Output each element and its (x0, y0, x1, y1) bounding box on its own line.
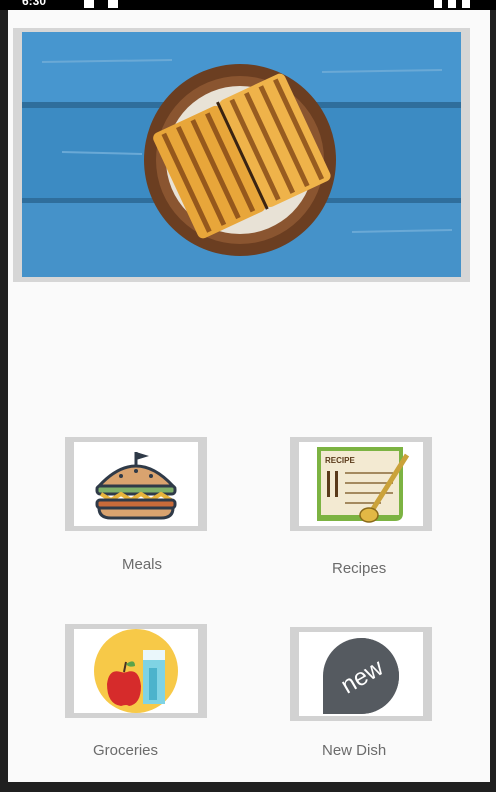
status-time: 6:30 (22, 0, 47, 8)
battery-icon (462, 0, 470, 8)
new-badge-icon: new (323, 638, 399, 714)
recipes-image: RECIPE (299, 442, 423, 526)
groceries-label: Groceries (93, 742, 159, 759)
recipes-frame: RECIPE (290, 437, 432, 531)
notification-icon-2 (108, 0, 118, 8)
hero-sandwich-image (22, 32, 461, 277)
new-dish-frame: new (290, 627, 432, 721)
hero-banner (13, 28, 470, 282)
groceries-frame (65, 624, 207, 718)
new-dish-image: new (299, 632, 423, 716)
notification-icon (84, 0, 94, 8)
groceries-image (74, 629, 198, 713)
meals-image (74, 442, 198, 526)
groceries-icon (94, 629, 178, 713)
recipes-label: Recipes (332, 560, 387, 577)
new-dish-label: New Dish (322, 742, 387, 759)
status-bar: 6:30 (0, 0, 496, 10)
burger-icon (95, 452, 177, 520)
app-screen: Meals RECIPE Recipes Groceries new New D… (8, 10, 490, 782)
meals-frame (65, 437, 207, 531)
recipe-card-icon: RECIPE (317, 447, 410, 523)
wifi-icon (434, 0, 442, 8)
svg-text:RECIPE: RECIPE (325, 456, 355, 465)
signal-icon (448, 0, 456, 8)
meals-label: Meals (122, 556, 163, 573)
